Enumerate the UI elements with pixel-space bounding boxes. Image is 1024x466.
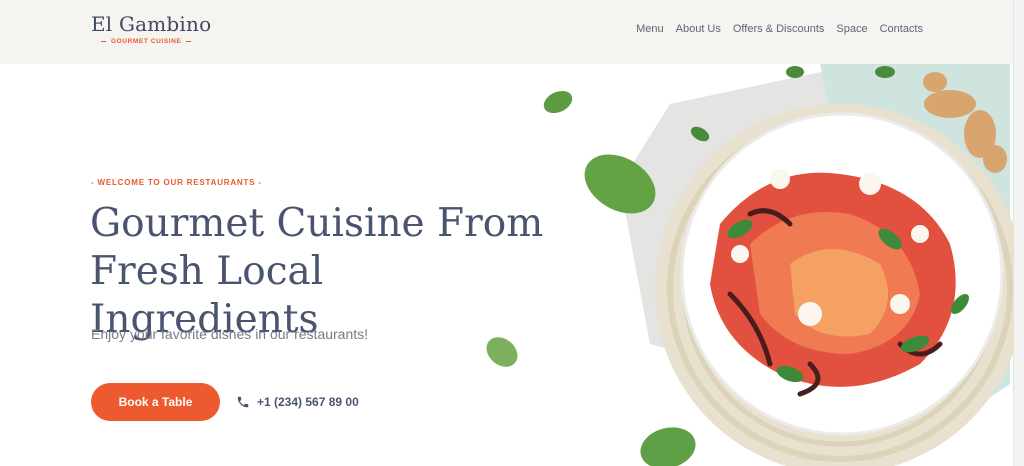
nav-about-us[interactable]: About Us bbox=[676, 23, 721, 35]
site-header: El Gambino GOURMET CUISINE Menu About Us… bbox=[0, 0, 1014, 64]
phone-number: +1 (234) 567 89 00 bbox=[257, 395, 359, 409]
main-nav: Menu About Us Offers & Discounts Space C… bbox=[636, 23, 923, 35]
hero-eyebrow: - WELCOME TO OUR RESTAURANTS - bbox=[91, 178, 262, 187]
phone-link[interactable]: +1 (234) 567 89 00 bbox=[236, 395, 359, 409]
nav-space[interactable]: Space bbox=[836, 23, 867, 35]
tagline-dash bbox=[186, 41, 192, 42]
logo-tagline: GOURMET CUISINE bbox=[111, 38, 182, 45]
nav-menu[interactable]: Menu bbox=[636, 23, 664, 35]
logo-tagline-row: GOURMET CUISINE bbox=[101, 38, 211, 45]
nav-contacts[interactable]: Contacts bbox=[880, 23, 923, 35]
hero-subtext: Enjoy your favorite dishes in our restau… bbox=[91, 326, 369, 342]
tagline-dash bbox=[101, 41, 106, 42]
page-scrollbar[interactable] bbox=[1013, 0, 1024, 466]
logo-name: El Gambino bbox=[91, 12, 212, 36]
hero-food-illustration bbox=[486, 64, 1014, 466]
nav-offers-discounts[interactable]: Offers & Discounts bbox=[733, 23, 825, 35]
phone-icon bbox=[237, 396, 249, 408]
book-table-button[interactable]: Book a Table bbox=[91, 383, 220, 421]
logo[interactable]: El Gambino GOURMET CUISINE bbox=[91, 12, 211, 45]
